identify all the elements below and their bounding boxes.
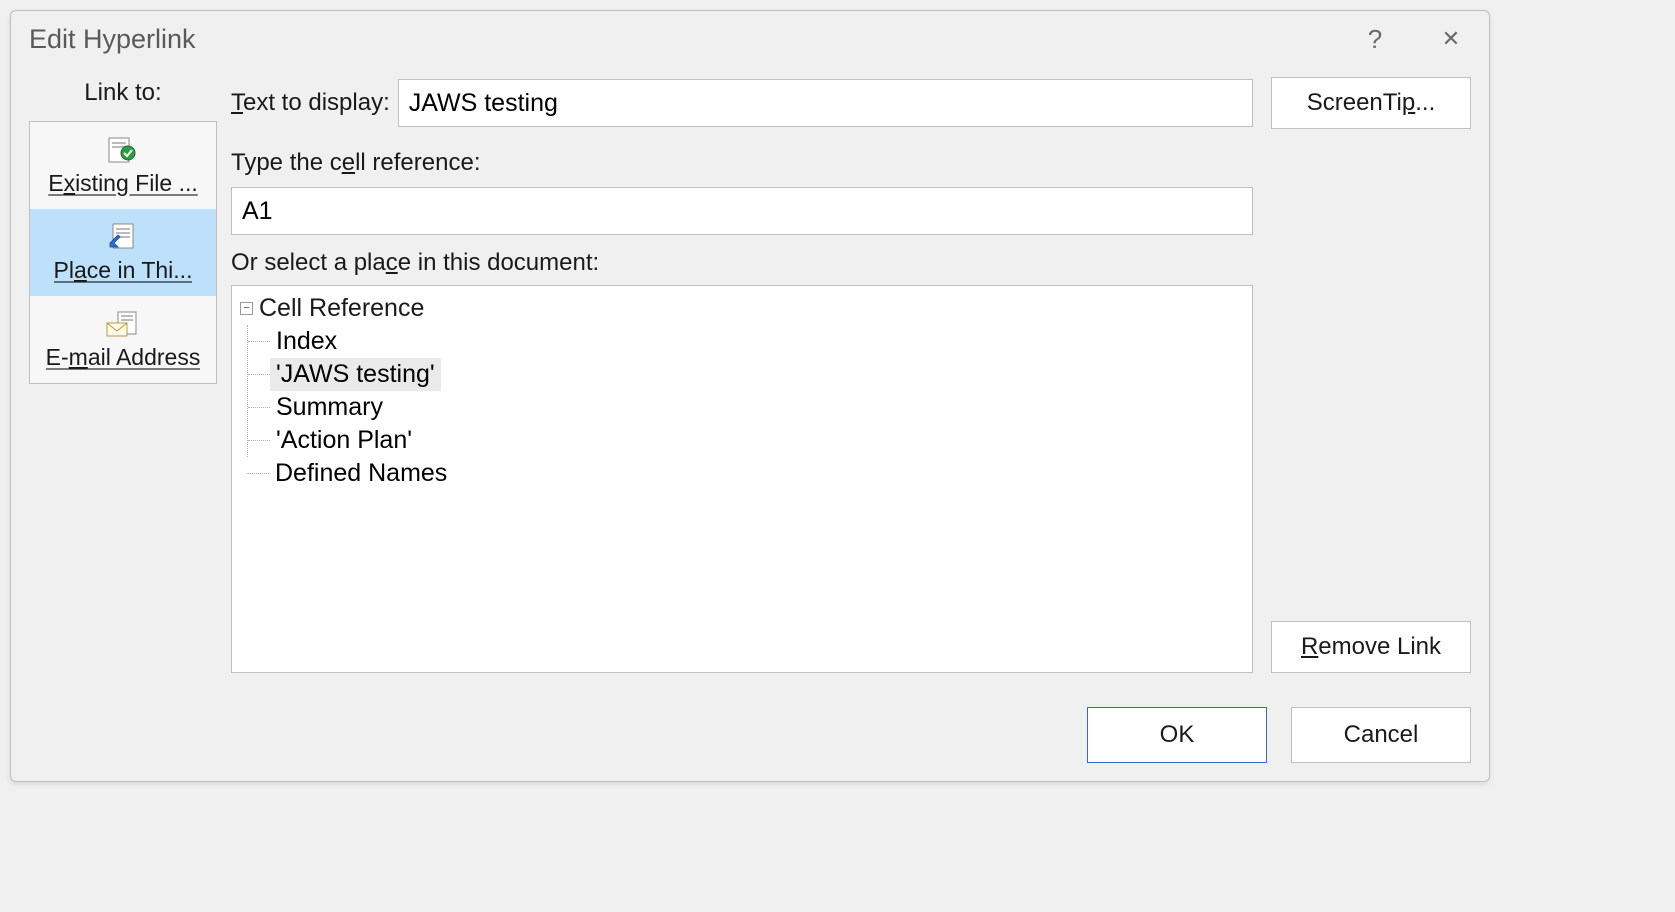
link-to-heading: Link to:	[29, 71, 217, 121]
tree-item-index-label: Index	[270, 325, 343, 358]
link-to-email-address[interactable]: E-mail Address	[30, 296, 216, 383]
collapse-icon[interactable]: −	[240, 302, 253, 315]
document-places-tree[interactable]: − Cell Reference Index 'JAWS testing' Su…	[231, 285, 1253, 673]
link-to-place-in-document[interactable]: Place in Thi...	[30, 209, 216, 296]
text-to-display-label: Text to display:	[231, 89, 390, 117]
tree-item-jaws-testing-label: 'JAWS testing'	[270, 358, 441, 391]
link-to-email-address-label: E-mail Address	[46, 344, 201, 371]
cell-reference-label: Type the cell reference:	[231, 149, 1253, 177]
tree-children: Index 'JAWS testing' Summary 'Action Pla…	[247, 325, 1246, 457]
tree-item-summary[interactable]: Summary	[248, 391, 1246, 424]
tree-item-jaws-testing[interactable]: 'JAWS testing'	[248, 358, 1246, 391]
close-icon[interactable]: ✕	[1433, 21, 1469, 57]
tree-item-defined-names[interactable]: Defined Names	[247, 457, 1246, 490]
link-to-panel: Link to: Existing File ...	[29, 71, 217, 673]
ok-button[interactable]: OK	[1087, 707, 1267, 763]
center-panel: Text to display: Type the cell reference…	[231, 71, 1253, 673]
help-icon[interactable]: ?	[1357, 21, 1393, 57]
tree-item-index[interactable]: Index	[248, 325, 1246, 358]
text-to-display-input[interactable]	[398, 79, 1253, 127]
select-place-label: Or select a place in this document:	[231, 249, 1253, 277]
tree-item-action-plan-label: 'Action Plan'	[270, 424, 418, 457]
titlebar-controls: ? ✕	[1357, 21, 1469, 57]
tree-root-label: Cell Reference	[255, 292, 428, 325]
remove-link-button[interactable]: Remove Link	[1271, 621, 1471, 673]
dialog-footer: OK Cancel	[11, 691, 1489, 781]
text-to-display-row: Text to display:	[231, 71, 1253, 127]
place-in-document-icon	[106, 223, 140, 251]
link-to-buttons: Existing File ... Place in Thi...	[29, 121, 217, 384]
tree-item-defined-names-label: Defined Names	[269, 457, 453, 490]
tree-item-summary-label: Summary	[270, 391, 389, 424]
edit-hyperlink-dialog: Edit Hyperlink ? ✕ Link to:	[10, 10, 1490, 782]
screentip-button[interactable]: ScreenTip...	[1271, 77, 1471, 129]
tree-root-cell-reference[interactable]: − Cell Reference	[238, 292, 1246, 325]
existing-file-icon	[106, 136, 140, 164]
cell-reference-input[interactable]	[231, 187, 1253, 235]
email-address-icon	[106, 310, 140, 338]
cancel-button[interactable]: Cancel	[1291, 707, 1471, 763]
dialog-body: Link to: Existing File ...	[11, 71, 1489, 691]
link-to-existing-file-label: Existing File ...	[48, 170, 198, 197]
dialog-title: Edit Hyperlink	[29, 24, 196, 55]
right-panel: ScreenTip... Remove Link	[1271, 71, 1471, 673]
link-to-existing-file[interactable]: Existing File ...	[30, 122, 216, 209]
tree-item-action-plan[interactable]: 'Action Plan'	[248, 424, 1246, 457]
titlebar: Edit Hyperlink ? ✕	[11, 11, 1489, 71]
link-to-place-in-document-label: Place in Thi...	[54, 257, 193, 284]
